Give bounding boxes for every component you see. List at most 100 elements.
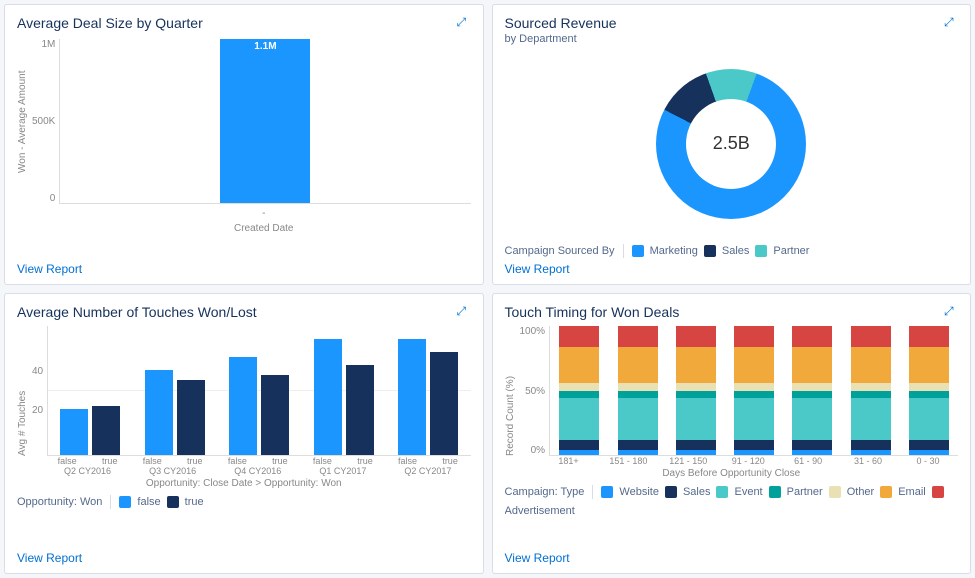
view-report-link[interactable]: View Report — [17, 547, 471, 565]
stack-segment — [851, 398, 891, 439]
stack-segment — [559, 326, 599, 347]
x-axis-label: Created Date — [57, 223, 471, 234]
legend-swatch[interactable] — [665, 486, 677, 498]
bar[interactable] — [60, 409, 88, 455]
card-title: Average Deal Size by Quarter — [17, 15, 203, 31]
y-tick: 40 — [32, 366, 43, 377]
stack-segment — [909, 391, 949, 399]
stack-segment — [676, 450, 716, 455]
x-axis: falsetrueQ2 CY2016falsetrueQ3 CY2016fals… — [45, 456, 471, 476]
card-title: Average Number of Touches Won/Lost — [17, 304, 257, 320]
stack-segment — [618, 383, 658, 391]
legend-swatch[interactable] — [829, 486, 841, 498]
expand-icon[interactable]: ⤢ — [944, 15, 958, 29]
legend-swatch[interactable] — [880, 486, 892, 498]
stacked-column[interactable] — [841, 326, 899, 455]
dashboard-grid: Average Deal Size by Quarter ⤢ Won - Ave… — [4, 4, 971, 574]
legend-separator — [592, 485, 593, 499]
legend-label: Partner — [773, 245, 809, 257]
x-tick: 31 - 60 — [838, 456, 898, 466]
x-tick: 0 - 30 — [898, 456, 958, 466]
donut-chart[interactable]: 2.5B — [656, 69, 806, 219]
stack-segment — [792, 326, 832, 347]
stack-segment — [559, 383, 599, 391]
legend-swatch[interactable] — [755, 245, 767, 257]
bar[interactable] — [261, 375, 289, 455]
plot-area — [550, 326, 958, 456]
stack-segment — [851, 347, 891, 383]
card-header: Average Number of Touches Won/Lost ⤢ — [17, 304, 471, 320]
legend-swatch[interactable] — [601, 486, 613, 498]
stacked-column[interactable] — [783, 326, 841, 455]
view-report-link[interactable]: View Report — [505, 258, 959, 276]
stacked-column[interactable] — [900, 326, 958, 455]
legend-swatch[interactable] — [119, 496, 131, 508]
stack-segment — [909, 398, 949, 439]
bar[interactable] — [430, 352, 458, 455]
stack-segment — [792, 450, 832, 455]
x-tick-group: falsetrueQ1 CY2017 — [300, 456, 385, 476]
expand-icon[interactable]: ⤢ — [457, 304, 471, 318]
stack-segment — [909, 440, 949, 450]
y-tick: 50% — [520, 386, 546, 397]
stacked-column[interactable] — [608, 326, 666, 455]
x-tick: 121 - 150 — [658, 456, 718, 466]
stacked-column[interactable] — [667, 326, 725, 455]
legend-label: Website — [619, 486, 659, 498]
legend-label: true — [185, 496, 204, 508]
stack-segment — [559, 440, 599, 450]
stack-segment — [792, 347, 832, 383]
card-header: Sourced Revenue by Department ⤢ — [505, 15, 959, 45]
x-tick: 91 - 120 — [718, 456, 778, 466]
bar[interactable]: 1.1M — [220, 39, 310, 203]
legend-swatch[interactable] — [704, 245, 716, 257]
x-tick: - — [57, 208, 471, 219]
stack-segment — [909, 326, 949, 347]
stack-segment — [734, 440, 774, 450]
stack-segment — [618, 450, 658, 455]
legend-swatch[interactable] — [932, 486, 944, 498]
y-axis: 1M 500K 0 — [28, 39, 60, 204]
stack-segment — [676, 391, 716, 399]
stack-segment — [559, 347, 599, 383]
stacked-column[interactable] — [550, 326, 608, 455]
stack-segment — [618, 347, 658, 383]
bar-group — [302, 326, 386, 455]
stack-segment — [618, 391, 658, 399]
card-header: Average Deal Size by Quarter ⤢ — [17, 15, 471, 31]
y-tick: 0 — [32, 193, 55, 204]
legend-swatch[interactable] — [632, 245, 644, 257]
x-axis: - Created Date — [57, 204, 471, 234]
legend-swatch[interactable] — [769, 486, 781, 498]
bar[interactable] — [229, 357, 257, 455]
legend-title: Campaign Sourced By — [505, 245, 615, 257]
stacked-column[interactable] — [725, 326, 783, 455]
card-subtitle: by Department — [505, 33, 617, 45]
stack-segment — [909, 383, 949, 391]
stack-segment — [676, 440, 716, 450]
expand-icon[interactable]: ⤢ — [457, 15, 471, 29]
expand-icon[interactable]: ⤢ — [944, 304, 958, 318]
bar[interactable] — [346, 365, 374, 455]
stack-segment — [734, 383, 774, 391]
stack-segment — [909, 450, 949, 455]
chart-area: Won - Average Amount 1M 500K 0 1.1M — [17, 39, 471, 204]
legend-swatch[interactable] — [716, 486, 728, 498]
y-axis-label: Avg # Touches — [17, 326, 28, 456]
view-report-link[interactable]: View Report — [17, 258, 471, 276]
legend: Opportunity: Won falsetrue — [17, 495, 471, 509]
bar[interactable] — [177, 380, 205, 455]
card-touch-timing: Touch Timing for Won Deals ⤢ Record Coun… — [492, 293, 972, 574]
card-sourced-revenue: Sourced Revenue by Department ⤢ 2.5B Cam… — [492, 4, 972, 285]
legend: Campaign: Type WebsiteSalesEventPartnerO… — [505, 485, 959, 517]
stack-segment — [676, 398, 716, 439]
bar[interactable] — [145, 370, 173, 455]
stack-segment — [851, 450, 891, 455]
legend-label: Sales — [683, 486, 711, 498]
bar[interactable] — [398, 339, 426, 455]
view-report-link[interactable]: View Report — [505, 547, 959, 565]
legend-separator — [110, 495, 111, 509]
bar[interactable] — [314, 339, 342, 455]
bar[interactable] — [92, 406, 120, 455]
legend-swatch[interactable] — [167, 496, 179, 508]
